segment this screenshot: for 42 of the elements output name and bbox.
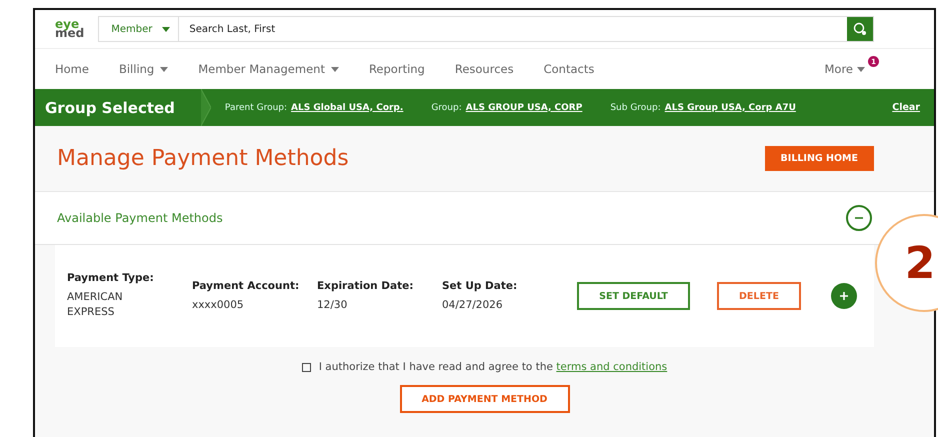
nav-link[interactable]: Contacts xyxy=(544,62,594,76)
group-bar-title: Group Selected xyxy=(45,98,176,116)
authorize-text: I authorize that I have read and agree to the terms and conditions xyxy=(318,361,668,373)
group-field-label: Group: xyxy=(431,102,462,112)
field-label: Expiration Date: xyxy=(317,280,414,292)
billing-home-button[interactable]: BILLING HOME xyxy=(764,146,874,171)
add-payment-method-button[interactable]: ADD PAYMENT METHOD xyxy=(400,385,570,413)
search-icon xyxy=(853,22,867,36)
nav-link[interactable]: Reporting xyxy=(368,62,425,76)
field-label: Set Up Date: xyxy=(442,280,518,292)
field-value: 12/30 xyxy=(317,298,348,312)
caret-icon xyxy=(162,26,170,32)
nav-link[interactable]: Billing xyxy=(118,62,168,76)
field-label: Payment Account: xyxy=(192,280,300,292)
group-link[interactable]: ALS GROUP USA, CORP xyxy=(466,102,582,112)
field-label: Payment Type: xyxy=(67,272,155,284)
group-link[interactable]: ALS Global USA, Corp. xyxy=(291,102,404,112)
caret-icon xyxy=(857,66,865,72)
nav-link[interactable]: Home xyxy=(55,62,89,76)
section-title: Available Payment Methods xyxy=(57,211,223,225)
nav-link[interactable]: Resources xyxy=(454,62,514,76)
clear-link[interactable]: Clear xyxy=(892,102,920,113)
field-value: 04/27/2026 xyxy=(442,298,504,312)
terms-link[interactable]: terms and conditions xyxy=(556,361,668,373)
add-button[interactable] xyxy=(831,283,857,309)
group-field-label: Parent Group: xyxy=(224,102,288,112)
collapse-button[interactable] xyxy=(846,205,872,231)
delete-button[interactable]: DELETE xyxy=(717,282,801,310)
more-menu[interactable]: More xyxy=(824,62,865,76)
nav-link[interactable]: Member Management xyxy=(198,62,339,76)
search-button[interactable] xyxy=(847,17,873,41)
chevron-divider-icon xyxy=(200,89,211,126)
logo: eye med xyxy=(55,20,84,38)
group-field-label: Sub Group: xyxy=(610,102,661,112)
field-value: xxxx0005 xyxy=(192,298,245,312)
group-link[interactable]: ALS Group USA, Corp A7U xyxy=(664,102,796,112)
search-bar[interactable]: Member Search Last, First xyxy=(98,16,874,42)
authorize-checkbox[interactable] xyxy=(302,362,311,372)
field-value: AMERICAN EXPRESS xyxy=(67,290,124,320)
set-default-button[interactable]: SET DEFAULT xyxy=(577,282,690,310)
page-title: Manage Payment Methods xyxy=(57,146,349,171)
plus-icon xyxy=(840,292,848,300)
